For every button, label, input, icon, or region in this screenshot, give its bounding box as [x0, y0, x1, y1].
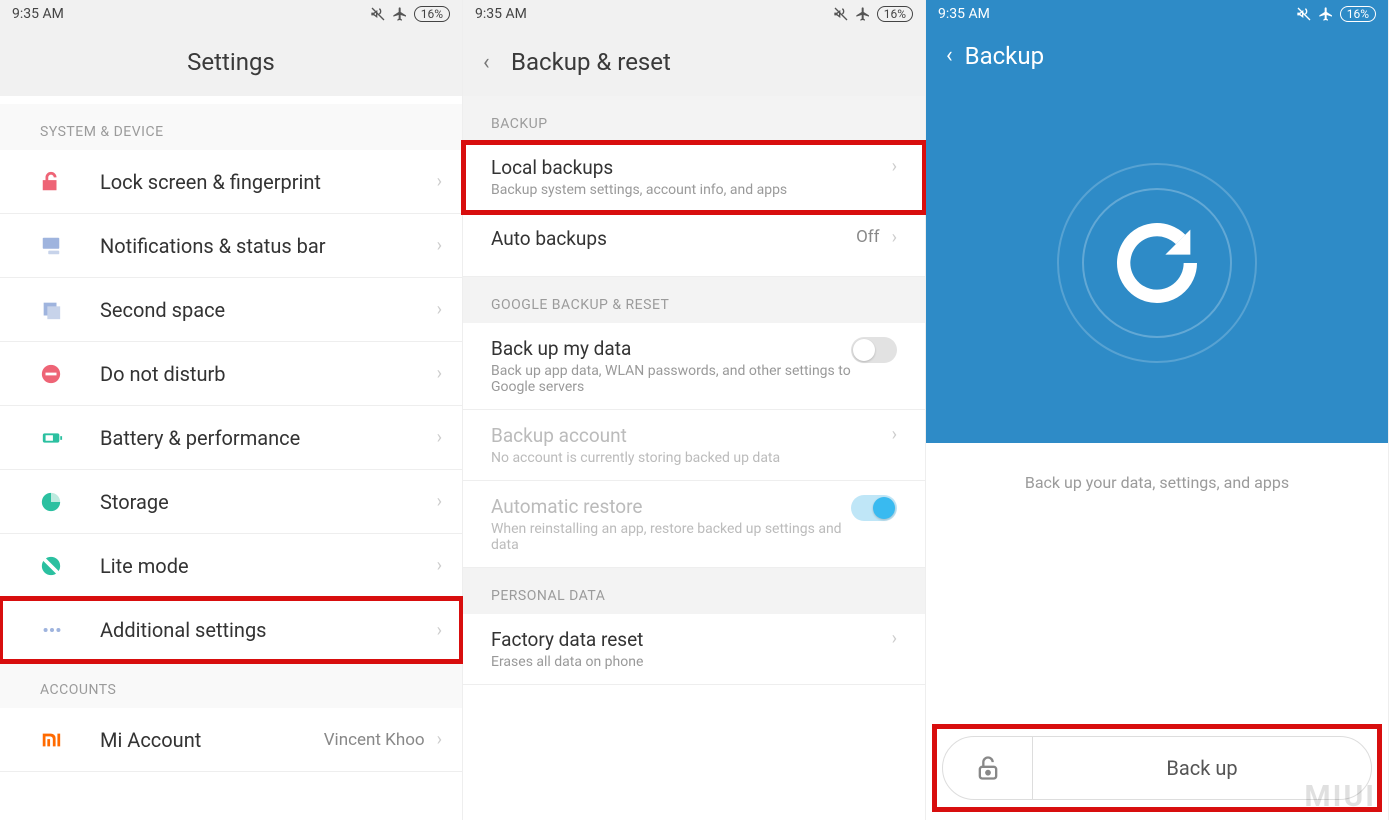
item-backup-my-data[interactable]: Back up my data Back up app data, WLAN p… — [463, 323, 925, 410]
item-dnd[interactable]: Do not disturb › — [0, 342, 462, 406]
backup-caption: Back up your data, settings, and apps — [926, 443, 1388, 522]
status-icons: 16% — [370, 6, 450, 22]
chevron-right-icon: › — [437, 555, 442, 576]
header-title: Backup — [965, 42, 1044, 70]
item-lockscreen[interactable]: Lock screen & fingerprint › — [0, 150, 462, 214]
auto-backups-value: Off — [856, 227, 880, 247]
section-backup: BACKUP — [463, 96, 925, 142]
header-settings: Settings — [0, 28, 462, 96]
backup-my-data-toggle[interactable] — [851, 337, 897, 363]
item-local-backups[interactable]: Local backups Backup system settings, ac… — [463, 142, 925, 213]
item-storage[interactable]: Storage › — [0, 470, 462, 534]
airplane-icon — [1318, 6, 1334, 22]
battery-pill: 16% — [414, 6, 450, 22]
section-google-backup: GOOGLE BACKUP & RESET — [463, 277, 925, 323]
refresh-icon — [1107, 213, 1207, 313]
backup-hero-panel — [926, 83, 1388, 443]
airplane-icon — [392, 6, 408, 22]
vibrate-icon — [1296, 6, 1312, 22]
status-time: 9:35 AM — [938, 6, 990, 22]
airplane-icon — [855, 6, 871, 22]
screen-settings: 9:35 AM 16% Settings SYSTEM & DEVICE Loc… — [0, 0, 463, 820]
settings-list: Lock screen & fingerprint › Notification… — [0, 150, 462, 662]
header-title: Backup & reset — [511, 48, 671, 76]
section-personal-data: PERSONAL DATA — [463, 568, 925, 614]
back-button[interactable]: ‹ — [946, 43, 953, 68]
item-battery[interactable]: Battery & performance › — [0, 406, 462, 470]
status-time: 9:35 AM — [475, 6, 527, 22]
screen-backup: 9:35 AM 16% ‹ Backup Back up your data, … — [926, 0, 1389, 820]
section-accounts: ACCOUNTS — [0, 662, 462, 708]
battery-icon — [40, 427, 100, 449]
refresh-ring-inner — [1082, 188, 1232, 338]
watermark: MIUI — [1304, 779, 1376, 814]
status-icons: 16% — [833, 6, 913, 22]
back-button[interactable]: ‹ — [483, 50, 490, 75]
battery-pill: 16% — [877, 6, 913, 22]
chevron-right-icon: › — [892, 156, 897, 177]
chevron-right-icon: › — [892, 628, 897, 649]
item-notifications[interactable]: Notifications & status bar › — [0, 214, 462, 278]
mi-account-value: Vincent Khoo — [324, 730, 425, 750]
chevron-right-icon: › — [437, 729, 442, 750]
unlock-icon[interactable] — [943, 737, 1033, 799]
item-second-space[interactable]: Second space › — [0, 278, 462, 342]
chevron-right-icon: › — [892, 227, 897, 248]
status-time: 9:35 AM — [12, 6, 64, 22]
status-icons: 16% — [1296, 6, 1376, 22]
chevron-right-icon: › — [437, 491, 442, 512]
more-icon — [40, 619, 100, 641]
notifications-icon — [40, 235, 100, 257]
backup-button-label: Back up — [1033, 756, 1371, 780]
chevron-right-icon: › — [437, 620, 442, 641]
header-title: Settings — [187, 48, 275, 76]
vibrate-icon — [370, 6, 386, 22]
lite-mode-icon — [40, 555, 100, 577]
header-backup: ‹ Backup — [926, 28, 1388, 83]
automatic-restore-toggle[interactable] — [851, 495, 897, 521]
refresh-ring-outer — [1057, 163, 1257, 363]
status-bar: 9:35 AM 16% — [926, 0, 1388, 28]
status-bar: 9:35 AM 16% — [463, 0, 925, 28]
storage-icon — [40, 491, 100, 513]
item-additional-settings[interactable]: Additional settings › — [0, 598, 462, 662]
chevron-right-icon: › — [437, 235, 442, 256]
dnd-icon — [40, 363, 100, 385]
section-system-device: SYSTEM & DEVICE — [0, 104, 462, 150]
item-backup-account: Backup account No account is currently s… — [463, 410, 925, 481]
header-backup-reset: ‹ Backup & reset — [463, 28, 925, 96]
chevron-right-icon: › — [437, 171, 442, 192]
battery-pill: 16% — [1340, 6, 1376, 22]
mi-logo-icon — [40, 729, 100, 751]
chevron-right-icon: › — [437, 363, 442, 384]
item-mi-account[interactable]: Mi Account Vincent Khoo › — [0, 708, 462, 772]
second-space-icon — [40, 299, 100, 321]
chevron-right-icon: › — [437, 427, 442, 448]
status-bar: 9:35 AM 16% — [0, 0, 462, 28]
chevron-right-icon: › — [437, 299, 442, 320]
chevron-right-icon: › — [892, 424, 897, 445]
item-factory-reset[interactable]: Factory data reset Erases all data on ph… — [463, 614, 925, 685]
item-automatic-restore: Automatic restore When reinstalling an a… — [463, 481, 925, 568]
item-auto-backups[interactable]: Auto backups Off › — [463, 213, 925, 277]
vibrate-icon — [833, 6, 849, 22]
screen-backup-reset: 9:35 AM 16% ‹ Backup & reset BACKUP Loca… — [463, 0, 926, 820]
item-lite-mode[interactable]: Lite mode › — [0, 534, 462, 598]
lock-icon — [40, 171, 100, 193]
